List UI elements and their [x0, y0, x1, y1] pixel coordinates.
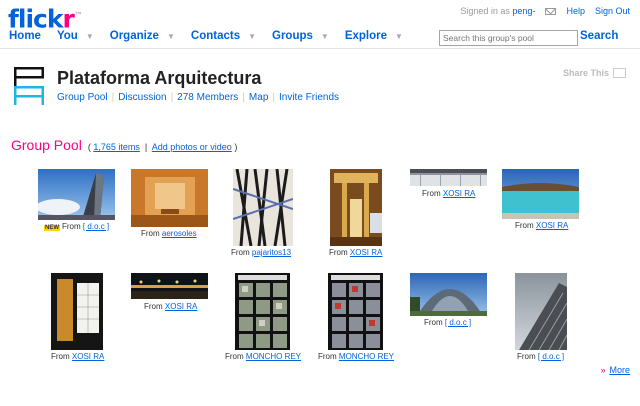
more-link[interactable]: More — [609, 365, 630, 375]
share-icon — [613, 68, 627, 78]
header-divider — [0, 48, 640, 49]
new-badge: NEW — [44, 225, 60, 231]
items-count-link[interactable]: 1,765 items — [93, 142, 140, 152]
photo-owner-link[interactable]: pajaritos13 — [252, 248, 291, 257]
group-pool-link[interactable]: Group Pool — [57, 92, 108, 103]
photo-caption: From MONCHO REY — [318, 352, 395, 361]
photo-caption: From aerosoles — [141, 229, 197, 238]
chevron-down-icon[interactable]: ▼ — [395, 32, 403, 41]
flickr-logo[interactable]: flickr™ — [8, 2, 82, 33]
nav-home[interactable]: Home — [9, 30, 41, 42]
photo-thumbnail[interactable] — [502, 169, 579, 219]
double-chevron-right-icon: » — [600, 365, 606, 375]
discussion-link[interactable]: Discussion — [118, 92, 166, 103]
photo-owner-link[interactable]: [ d.o.c ] — [538, 352, 564, 361]
invite-friends-link[interactable]: Invite Friends — [279, 92, 339, 103]
photo-thumbnail[interactable] — [330, 169, 382, 246]
photo-owner-link[interactable]: MONCHO REY — [339, 352, 394, 361]
photo-caption: From [ d.o.c ] — [517, 352, 565, 361]
photo-caption: From [ d.o.c ] — [424, 318, 472, 327]
add-photos-link[interactable]: Add photos or video — [152, 142, 232, 152]
username-link[interactable]: peng- — [512, 6, 535, 16]
photo-thumbnail[interactable] — [38, 169, 115, 220]
photo-owner-link[interactable]: XOSI RA — [443, 189, 475, 198]
map-link[interactable]: Map — [249, 92, 268, 103]
photo-owner-link[interactable]: XOSI RA — [165, 302, 197, 311]
sign-out-link[interactable]: Sign Out — [595, 6, 630, 16]
mail-icon[interactable] — [545, 7, 557, 15]
photo-caption: NEW From [ d.o.c ] — [44, 222, 110, 231]
photo-caption: From MONCHO REY — [225, 352, 302, 361]
photo-owner-link[interactable]: [ d.o.c ] — [83, 222, 109, 231]
photo-owner-link[interactable]: [ d.o.c ] — [445, 318, 471, 327]
members-link[interactable]: 278 Members — [177, 92, 238, 103]
photo-caption: From XOSI RA — [329, 248, 383, 257]
share-button[interactable]: Share This — [563, 68, 627, 78]
chevron-down-icon[interactable]: ▼ — [86, 32, 94, 41]
photo-thumbnail[interactable] — [233, 169, 293, 246]
chevron-down-icon[interactable]: ▼ — [321, 32, 329, 41]
search-input[interactable] — [439, 30, 578, 46]
photo-owner-link[interactable]: XOSI RA — [72, 352, 104, 361]
chevron-down-icon[interactable]: ▼ — [167, 32, 175, 41]
search-button[interactable]: Search — [580, 30, 618, 42]
more-link-row: » More — [600, 365, 630, 375]
photo-thumbnail[interactable] — [131, 169, 208, 227]
photo-owner-link[interactable]: XOSI RA — [350, 248, 382, 257]
nav-contacts[interactable]: Contacts ▼ — [191, 30, 256, 42]
photo-thumbnail[interactable] — [51, 273, 103, 350]
group-title: Plataforma Arquitectura — [57, 68, 262, 88]
pool-title: Group Pool — [11, 137, 82, 153]
group-logo — [14, 67, 44, 105]
photo-thumbnail[interactable] — [131, 273, 208, 299]
photo-thumbnail[interactable] — [235, 273, 290, 350]
photo-thumbnail[interactable] — [515, 273, 567, 350]
nav-organize[interactable]: Organize ▼ — [110, 30, 175, 42]
nav-explore[interactable]: Explore ▼ — [345, 30, 403, 42]
photo-owner-link[interactable]: MONCHO REY — [246, 352, 301, 361]
photo-caption: From XOSI RA — [144, 302, 198, 311]
nav-you[interactable]: You ▼ — [57, 30, 94, 42]
photo-thumbnail[interactable] — [328, 273, 383, 350]
photo-caption: From XOSI RA — [422, 189, 476, 198]
photo-caption: From XOSI RA — [51, 352, 105, 361]
nav-groups[interactable]: Groups ▼ — [272, 30, 329, 42]
main-nav: Home You ▼ Organize ▼ Contacts ▼ Groups ▼ Ex… — [9, 30, 419, 42]
photo-caption: From pajaritos13 — [231, 248, 292, 257]
chevron-down-icon[interactable]: ▼ — [248, 32, 256, 41]
account-links: Signed in as peng- Help Sign Out — [460, 6, 630, 16]
help-link[interactable]: Help — [566, 6, 585, 16]
pool-meta: ( 1,765 items | Add photos or video ) — [87, 142, 238, 152]
signed-in-text: Signed in as peng- — [460, 6, 536, 16]
group-subnav: Group Pool | Discussion | 278 Members | Map | In… — [57, 92, 340, 103]
photo-thumbnail[interactable] — [410, 273, 487, 316]
pool-heading: Group Pool ( 1,765 items | Add photos or… — [11, 137, 237, 153]
photo-thumbnail[interactable] — [410, 169, 487, 186]
photo-owner-link[interactable]: XOSI RA — [536, 221, 568, 230]
photo-owner-link[interactable]: aerosoles — [162, 229, 197, 238]
photo-caption: From XOSI RA — [515, 221, 569, 230]
